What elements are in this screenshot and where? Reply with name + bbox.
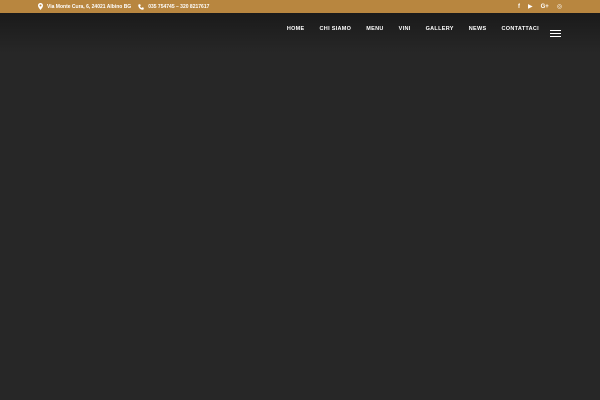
main-content-area	[0, 53, 600, 400]
address-text: Via Monte Cura, 6, 24021 Albino BG	[47, 3, 132, 10]
top-info-bar: Via Monte Cura, 6, 24021 Albino BG 035 7…	[0, 0, 600, 13]
main-navigation: HOME CHI SIAMO MENU VINI GALLERY NEWS CO…	[287, 26, 539, 33]
google-plus-icon[interactable]: G+	[541, 4, 549, 10]
youtube-icon[interactable]: ▶	[528, 4, 533, 10]
nav-item-gallery[interactable]: GALLERY	[426, 26, 454, 33]
contact-info: Via Monte Cura, 6, 24021 Albino BG 035 7…	[38, 0, 209, 13]
nav-item-home[interactable]: HOME	[287, 26, 305, 33]
nav-item-menu[interactable]: MENU	[366, 26, 383, 33]
nav-item-chi-siamo[interactable]: CHI SIAMO	[320, 26, 352, 33]
nav-item-vini[interactable]: VINI	[399, 26, 411, 33]
facebook-icon[interactable]: f	[518, 4, 520, 10]
site-header: HOME CHI SIAMO MENU VINI GALLERY NEWS CO…	[0, 13, 600, 53]
hamburger-menu-icon[interactable]	[550, 30, 561, 38]
nav-item-contattaci[interactable]: CONTATTACI	[501, 26, 539, 33]
phone-icon	[138, 3, 144, 10]
page: Via Monte Cura, 6, 24021 Albino BG 035 7…	[0, 0, 600, 400]
map-marker-icon	[38, 3, 43, 10]
social-links: f ▶ G+ ◎	[518, 0, 562, 13]
tripadvisor-icon[interactable]: ◎	[557, 4, 562, 10]
nav-item-news[interactable]: NEWS	[469, 26, 487, 33]
phone-text[interactable]: 035 754745 – 320 8217617	[148, 4, 209, 10]
